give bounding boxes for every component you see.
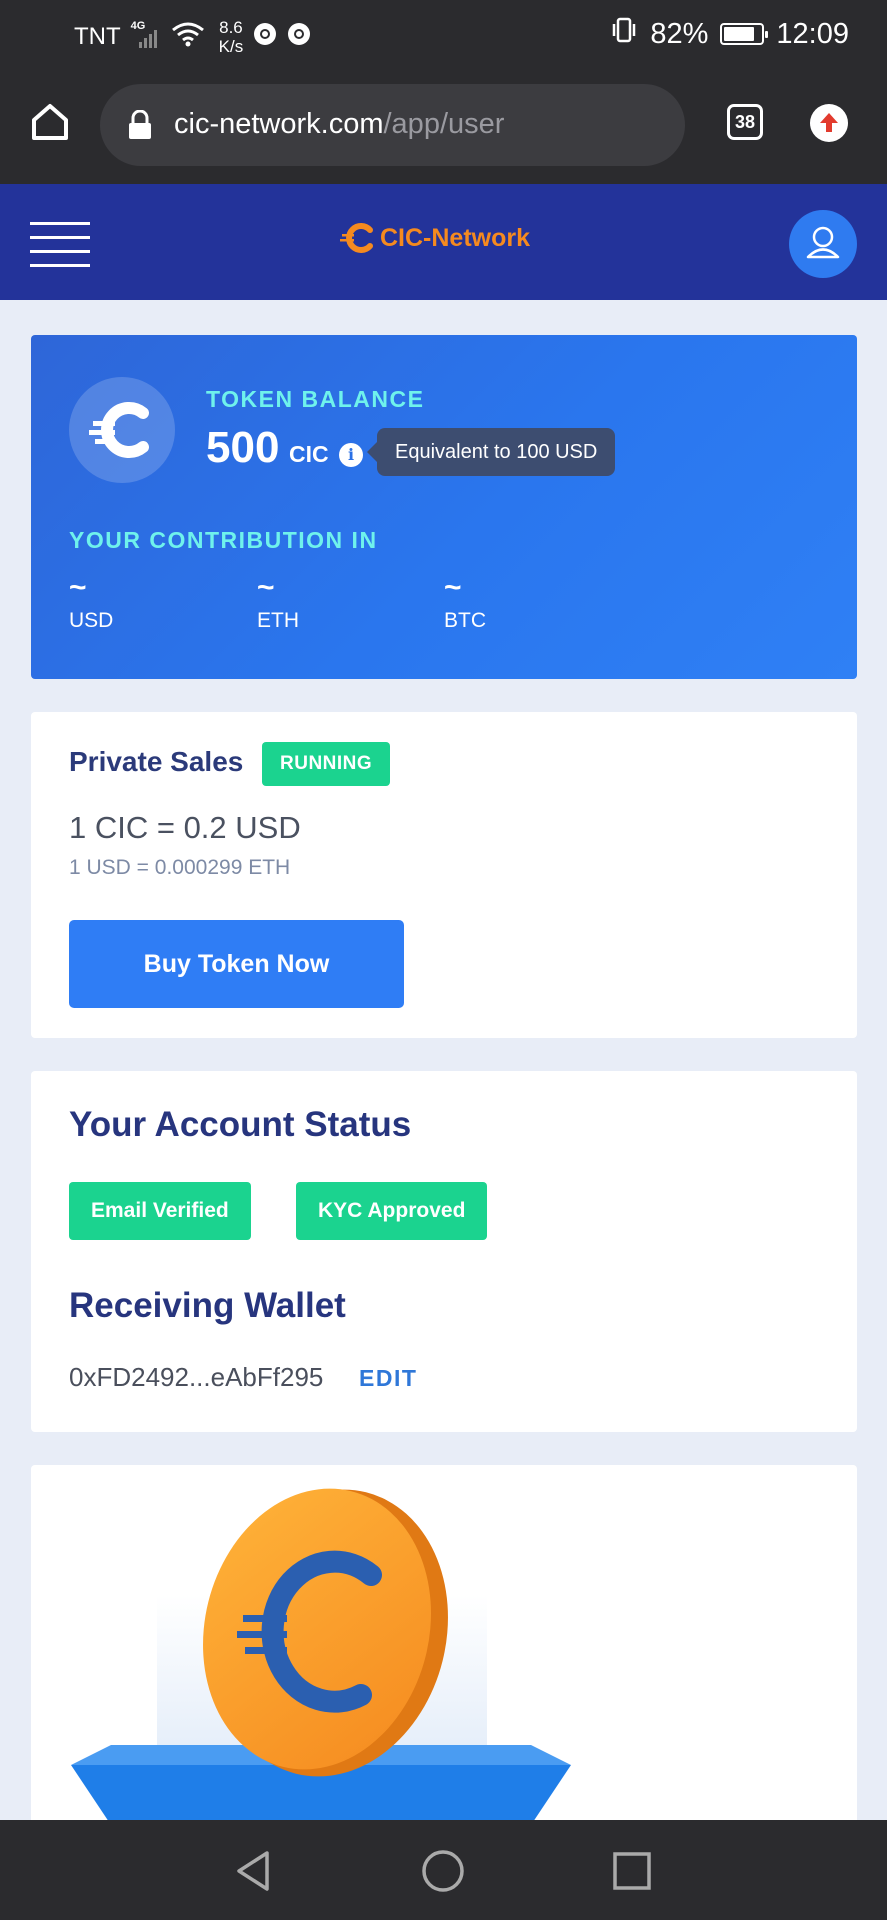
network-speed: 8.6 K/s xyxy=(219,18,244,56)
token-avatar xyxy=(69,377,175,483)
status-bar: TNT 4G 8.6 K/s 82% 12:09 xyxy=(0,0,887,66)
equivalent-tooltip: Equivalent to 100 USD xyxy=(366,428,616,476)
signal-icon: 4G xyxy=(131,20,161,48)
token-balance-label: TOKEN BALANCE xyxy=(206,386,425,412)
wallet-address: 0xFD2492...eAbFf295 xyxy=(69,1362,324,1392)
private-sales-title: Private Sales xyxy=(69,746,244,777)
kyc-approved-badge: KYC Approved xyxy=(296,1182,488,1240)
contribution-currency: BTC xyxy=(444,609,486,632)
token-unit: CIC xyxy=(289,441,329,467)
address-bar[interactable]: cic-network.com/app/user xyxy=(100,84,685,166)
system-navigation-bar xyxy=(0,1820,887,1920)
user-icon[interactable] xyxy=(789,210,857,278)
carrier-name: TNT xyxy=(74,23,121,50)
tab-switcher-button[interactable]: 38 xyxy=(727,104,763,140)
contribution-currency: USD xyxy=(69,609,114,632)
battery-icon xyxy=(720,23,769,45)
contribution-currency: ETH xyxy=(257,609,299,632)
contribution-usd: ~ USD xyxy=(69,571,114,633)
email-verified-badge: Email Verified xyxy=(69,1182,251,1240)
eth-rate: 1 USD = 0.000299 ETH xyxy=(69,856,291,879)
contribution-value: ~ xyxy=(444,571,462,604)
buy-token-button[interactable]: Buy Token Now xyxy=(69,920,404,1008)
lock-icon xyxy=(128,109,152,140)
receiving-wallet-title: Receiving Wallet xyxy=(69,1286,346,1325)
token-balance-card: TOKEN BALANCE 500 CIC i Equivalent to 10… xyxy=(31,335,857,679)
contribution-btc: ~ BTC xyxy=(444,571,486,633)
recents-icon[interactable] xyxy=(612,1851,652,1896)
contribution-value: ~ xyxy=(69,571,87,604)
site-header: CIC-Network xyxy=(0,184,887,300)
contribution-value: ~ xyxy=(257,571,275,604)
token-amount: 500 xyxy=(206,423,280,472)
url-path: /app/user xyxy=(383,108,505,140)
browser-toolbar: cic-network.com/app/user 38 xyxy=(0,66,887,184)
wifi-icon xyxy=(171,21,205,54)
contribution-eth: ~ ETH xyxy=(257,571,299,633)
battery-percent: 82% xyxy=(650,17,709,50)
vibrate-icon xyxy=(610,16,638,52)
speed-unit: K/s xyxy=(218,37,244,56)
account-status-title: Your Account Status xyxy=(69,1105,412,1144)
menu-icon[interactable] xyxy=(30,222,90,267)
clock: 12:09 xyxy=(776,17,849,50)
info-icon[interactable]: i xyxy=(339,443,363,467)
coin-illustration xyxy=(71,1488,571,1825)
battery-fill xyxy=(724,27,754,41)
update-icon[interactable] xyxy=(810,104,848,142)
edit-wallet-link[interactable]: EDIT xyxy=(359,1365,417,1392)
contribution-label: YOUR CONTRIBUTION IN xyxy=(69,527,378,553)
speed-value: 8.6 xyxy=(219,18,243,37)
brand-name: CIC-Network xyxy=(380,223,531,252)
url-host: cic-network.com xyxy=(174,108,384,140)
logo[interactable]: CIC-Network xyxy=(340,222,530,254)
url-text: cic-network.com/app/user xyxy=(174,108,504,141)
back-icon[interactable] xyxy=(233,1850,273,1897)
private-sales-card: Private Sales RUNNING 1 CIC = 0.2 USD 1 … xyxy=(31,712,857,1038)
token-rate: 1 CIC = 0.2 USD xyxy=(69,810,301,845)
chrome-notification-icon xyxy=(253,22,277,53)
cic-coin-icon xyxy=(89,402,149,458)
network-type: 4G xyxy=(130,20,146,32)
account-status-card: Your Account Status Email Verified KYC A… xyxy=(31,1071,857,1432)
chrome-notification-icon-2 xyxy=(287,22,311,53)
home-nav-icon[interactable] xyxy=(421,1849,465,1898)
home-icon[interactable] xyxy=(28,100,72,144)
cic-logo-icon xyxy=(340,223,373,253)
status-badge: RUNNING xyxy=(262,742,391,786)
coin-illustration-card xyxy=(31,1465,857,1825)
